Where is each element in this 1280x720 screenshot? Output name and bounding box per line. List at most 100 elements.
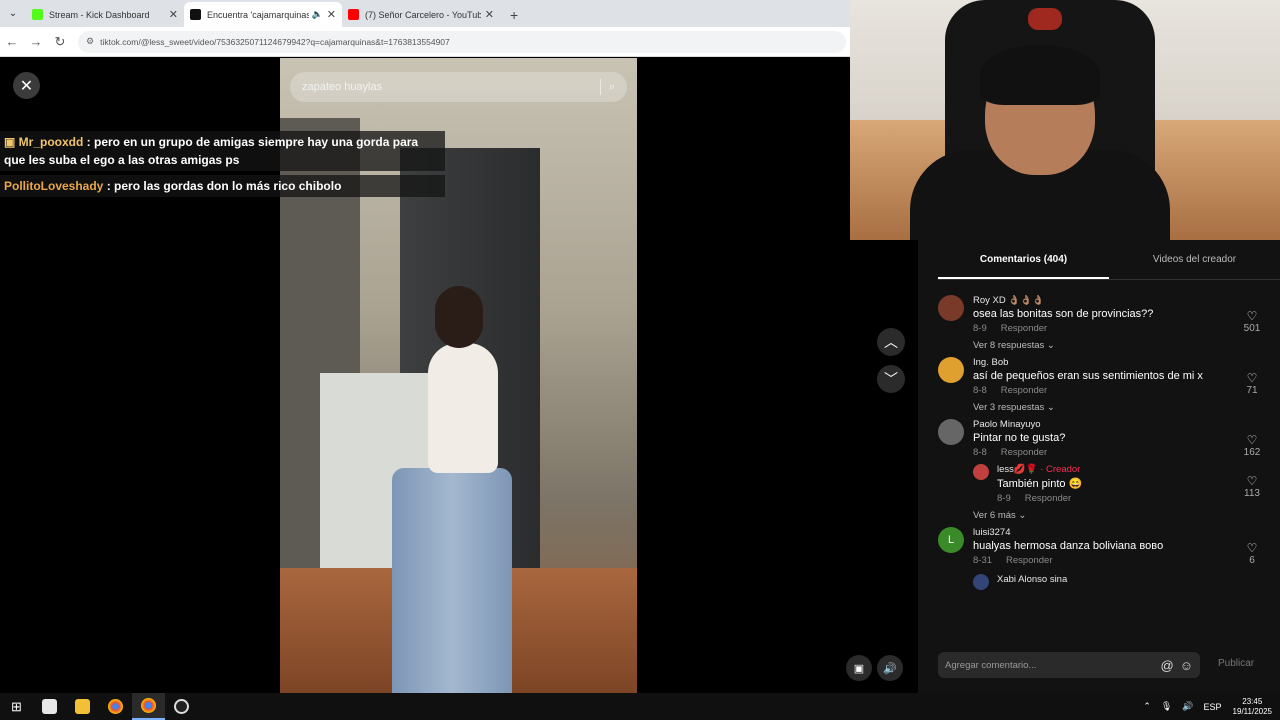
avatar[interactable] — [973, 574, 989, 590]
comment-meta: 8-8 Responder — [973, 385, 1280, 396]
reload-icon[interactable]: ↻ — [48, 34, 72, 50]
comment-text: hualyas hermosa danza boliviana ʙᴏʙᴏ — [973, 540, 1164, 552]
comment-meta: 8-31 Responder — [973, 555, 1280, 566]
mention-icon[interactable]: @ — [1161, 658, 1174, 673]
screen: ⌄ Stream - Kick Dashboard ✕ Encuentra 'c… — [0, 0, 1280, 720]
url-input[interactable]: ⚙ tiktok.com/@less_sweet/video/753632507… — [78, 30, 846, 53]
store-app[interactable] — [33, 693, 66, 720]
video-stage: ✕ zapateo huaylas ⌕ ▣ Mr_pooxdd : pero e… — [0, 58, 918, 693]
avatar[interactable] — [938, 295, 964, 321]
reply-item: Xabi Alonso sina — [973, 574, 1280, 590]
tab-kick[interactable]: Stream - Kick Dashboard ✕ — [26, 2, 184, 27]
tab-creator-videos[interactable]: Videos del creador — [1109, 254, 1280, 279]
browser-tabbar: ⌄ Stream - Kick Dashboard ✕ Encuentra 'c… — [0, 0, 850, 27]
webcam-overlay — [850, 0, 1280, 240]
speaker-icon: 🔊 — [883, 662, 897, 675]
tab-youtube[interactable]: (7) Señor Carcelero - YouTube ✕ — [342, 2, 500, 27]
comment-date: 8-31 — [973, 555, 993, 566]
tab-title: Stream - Kick Dashboard — [49, 9, 150, 20]
system-tray: ⌃ 🎙 🔊 ESP 23:45 19/11/2025 — [1138, 693, 1280, 720]
reply-button[interactable]: Responder — [1001, 323, 1047, 334]
avatar[interactable] — [973, 464, 989, 480]
tab-tiktok[interactable]: Encuentra 'cajamarquinas' ( 🔈 ✕ — [184, 2, 342, 27]
reply-text: También pinto 😄 — [997, 478, 1083, 490]
kick-icon — [32, 9, 43, 20]
like-button[interactable]: ♡ 113 — [1242, 474, 1262, 499]
comment-input[interactable]: Agregar comentario... @ ☺ — [938, 652, 1200, 678]
explorer-app[interactable] — [66, 693, 99, 720]
comment-user[interactable]: Ing. Bob — [973, 357, 1280, 368]
comment-date: 8-8 — [973, 447, 987, 458]
heart-icon: ♡ — [1246, 474, 1258, 488]
avatar[interactable]: L — [938, 527, 964, 553]
comment-user[interactable]: luisi3274 — [973, 527, 1280, 538]
url-text: tiktok.com/@less_sweet/video/75363250711… — [100, 36, 450, 47]
reply-button[interactable]: Responder — [1025, 493, 1071, 504]
chat-message: PollitoLoveshady : pero las gordas don l… — [0, 175, 445, 197]
reply-meta: 8-9 Responder — [997, 493, 1280, 504]
heart-icon: ♡ — [1246, 433, 1258, 447]
volume-button[interactable]: 🔊 — [877, 655, 903, 681]
chrome-icon — [108, 699, 123, 714]
speaker-icon[interactable]: 🔈 — [312, 9, 323, 20]
search-icon[interactable]: ⌕ — [609, 81, 615, 94]
comment-meta: 8-8 Responder — [973, 447, 1280, 458]
previous-video-button[interactable]: ︿ — [877, 328, 905, 356]
publish-button[interactable]: Publicar — [1218, 658, 1254, 669]
comment-user[interactable]: Roy XD 👌🏽👌🏽👌🏽 — [973, 295, 1280, 306]
language-indicator[interactable]: ESP — [1204, 702, 1222, 712]
avatar[interactable] — [938, 419, 964, 445]
view-more-button[interactable]: Ver 6 más ⌄ — [973, 510, 1280, 521]
like-button[interactable]: ♡ 6 — [1242, 541, 1262, 566]
comment-date: 8-9 — [973, 323, 987, 334]
avatar[interactable] — [938, 357, 964, 383]
back-arrow-icon[interactable]: ← — [0, 34, 24, 49]
like-count: 501 — [1243, 323, 1261, 334]
comment-user[interactable]: Paolo Minayuyo — [973, 419, 1280, 430]
start-button[interactable]: ⊞ — [0, 693, 33, 720]
chat-user: Mr_pooxdd — [18, 135, 84, 149]
chat-message: ▣ Mr_pooxdd : pero en un grupo de amigas… — [0, 131, 445, 171]
comment-placeholder: Agregar comentario... — [945, 659, 1037, 671]
chevron-up-icon[interactable]: ⌃ — [1143, 701, 1151, 712]
like-button[interactable]: ♡ 71 — [1242, 371, 1262, 396]
reply-user[interactable]: Xabi Alonso sina — [997, 574, 1280, 585]
comment-item: Ing. Bob así de pequeños eran sus sentim… — [938, 357, 1280, 413]
next-video-button[interactable]: ﹀ — [877, 365, 905, 393]
forward-arrow-icon[interactable]: → — [24, 34, 48, 49]
view-replies-button[interactable]: Ver 8 respuestas ⌄ — [973, 340, 1280, 351]
chat-text: : pero las gordas don lo más rico chibol… — [103, 179, 342, 193]
close-icon[interactable]: ✕ — [485, 8, 494, 21]
new-tab-plus-icon[interactable]: + — [500, 2, 528, 27]
chrome-app[interactable] — [99, 693, 132, 720]
video-search-bar[interactable]: zapateo huaylas ⌕ — [290, 72, 627, 102]
close-icon[interactable]: ✕ — [327, 8, 336, 21]
clock-time: 23:45 — [1242, 696, 1263, 706]
reply-button[interactable]: Responder — [1001, 447, 1047, 458]
reply-user[interactable]: less💋🌹 · Creador — [997, 464, 1280, 475]
tab-search-chevron-icon[interactable]: ⌄ — [0, 0, 26, 27]
like-button[interactable]: ♡ 501 — [1242, 309, 1262, 334]
microphone-icon[interactable]: 🎙 — [1161, 701, 1172, 712]
pip-icon: ▣ — [853, 662, 865, 675]
pip-button[interactable]: ▣ — [846, 655, 872, 681]
close-video-button[interactable]: ✕ — [13, 72, 40, 99]
reply-button[interactable]: Responder — [1006, 555, 1052, 566]
obs-app[interactable] — [165, 693, 198, 720]
tab-title: (7) Señor Carcelero - YouTube — [365, 9, 481, 20]
like-button[interactable]: ♡ 162 — [1242, 433, 1262, 458]
chrome-app-active[interactable] — [132, 693, 165, 720]
heart-icon: ♡ — [1246, 371, 1258, 385]
close-icon[interactable]: ✕ — [169, 8, 178, 21]
comment-meta: 8-9 Responder — [973, 323, 1280, 334]
reply-username: less💋🌹 — [997, 464, 1038, 475]
emoji-icon[interactable]: ☺ — [1180, 658, 1193, 673]
chevron-up-icon: ︿ — [884, 334, 898, 350]
volume-icon[interactable]: 🔊 — [1182, 701, 1193, 712]
site-settings-icon[interactable]: ⚙ — [86, 36, 94, 47]
view-replies-button[interactable]: Ver 3 respuestas ⌄ — [973, 402, 1280, 413]
obs-icon — [174, 699, 189, 714]
reply-button[interactable]: Responder — [1001, 385, 1047, 396]
clock[interactable]: 23:45 19/11/2025 — [1233, 697, 1272, 717]
tab-comments[interactable]: Comentarios (404) — [938, 254, 1109, 279]
